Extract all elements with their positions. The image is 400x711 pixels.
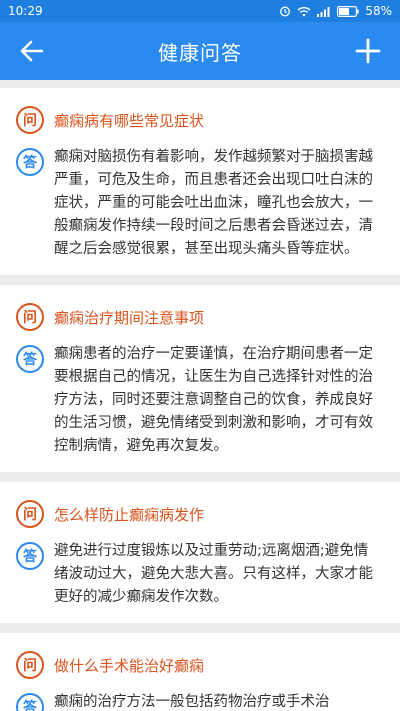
question-badge: 问: [16, 500, 44, 528]
question-text: 癫痫病有哪些常见症状: [54, 111, 205, 130]
answer-text: 癫痫的治疗方法一般包括药物治疗或手术治: [54, 694, 330, 710]
back-arrow-icon[interactable]: [18, 37, 46, 65]
qa-card[interactable]: 问 癫痫病有哪些常见症状 答 癫痫对脑损伤有着影响，发作越频繁对于脑损害越严重，…: [0, 88, 400, 275]
answer-row: 答 癫痫对脑损伤有着影响，发作越频繁对于脑损害越严重，可危及生命，而且患者还会出…: [16, 146, 382, 261]
answer-row: 答 癫痫患者的治疗一定要谨慎，在治疗期间患者一定要根据自己的情况，让医生为自己选…: [16, 343, 382, 458]
battery-icon: [337, 5, 359, 17]
page-title: 健康问答: [158, 40, 242, 65]
answer-row: 答 癫痫的治疗方法一般包括药物治疗或手术治: [16, 691, 382, 711]
wifi-icon: [297, 6, 311, 16]
question-badge: 问: [16, 651, 44, 679]
battery-level: 58%: [365, 4, 392, 18]
status-time: 10:29: [8, 4, 43, 18]
question-text: 怎么样防止癫痫病发作: [54, 505, 205, 524]
question-row: 问 癫痫治疗期间注意事项: [16, 303, 382, 331]
answer-text: 癫痫患者的治疗一定要谨慎，在治疗期间患者一定要根据自己的情况，让医生为自己选择针…: [54, 346, 373, 454]
add-icon[interactable]: [354, 37, 382, 65]
answer-badge: 答: [16, 693, 44, 711]
question-badge: 问: [16, 106, 44, 134]
question-row: 问 做什么手术能治好癫痫: [16, 651, 382, 679]
answer-text: 癫痫对脑损伤有着影响，发作越频繁对于脑损害越严重，可危及生命，而且患者还会出现口…: [54, 149, 373, 257]
answer-badge: 答: [16, 345, 44, 373]
question-row: 问 癫痫病有哪些常见症状: [16, 106, 382, 134]
answer-text: 避免进行过度锻炼以及过重劳动;远离烟酒;避免情绪波动过大，避免大悲大喜。只有这样…: [54, 543, 373, 605]
answer-badge: 答: [16, 542, 44, 570]
signal-icon: [317, 6, 330, 17]
question-text: 做什么手术能治好癫痫: [54, 656, 205, 675]
answer-row: 答 避免进行过度锻炼以及过重劳动;远离烟酒;避免情绪波动过大，避免大悲大喜。只有…: [16, 540, 382, 609]
qa-list: 问 癫痫病有哪些常见症状 答 癫痫对脑损伤有着影响，发作越频繁对于脑损害越严重，…: [0, 88, 400, 711]
alarm-icon: [280, 6, 291, 17]
qa-card[interactable]: 问 做什么手术能治好癫痫 答 癫痫的治疗方法一般包括药物治疗或手术治: [0, 633, 400, 711]
answer-badge: 答: [16, 148, 44, 176]
qa-card[interactable]: 问 癫痫治疗期间注意事项 答 癫痫患者的治疗一定要谨慎，在治疗期间患者一定要根据…: [0, 285, 400, 472]
question-badge: 问: [16, 303, 44, 331]
app-bar: 健康问答: [0, 22, 400, 80]
question-row: 问 怎么样防止癫痫病发作: [16, 500, 382, 528]
status-bar: 10:29 58%: [0, 0, 400, 22]
qa-card[interactable]: 问 怎么样防止癫痫病发作 答 避免进行过度锻炼以及过重劳动;远离烟酒;避免情绪波…: [0, 482, 400, 623]
status-icons: 58%: [279, 4, 392, 18]
question-text: 癫痫治疗期间注意事项: [54, 308, 205, 327]
